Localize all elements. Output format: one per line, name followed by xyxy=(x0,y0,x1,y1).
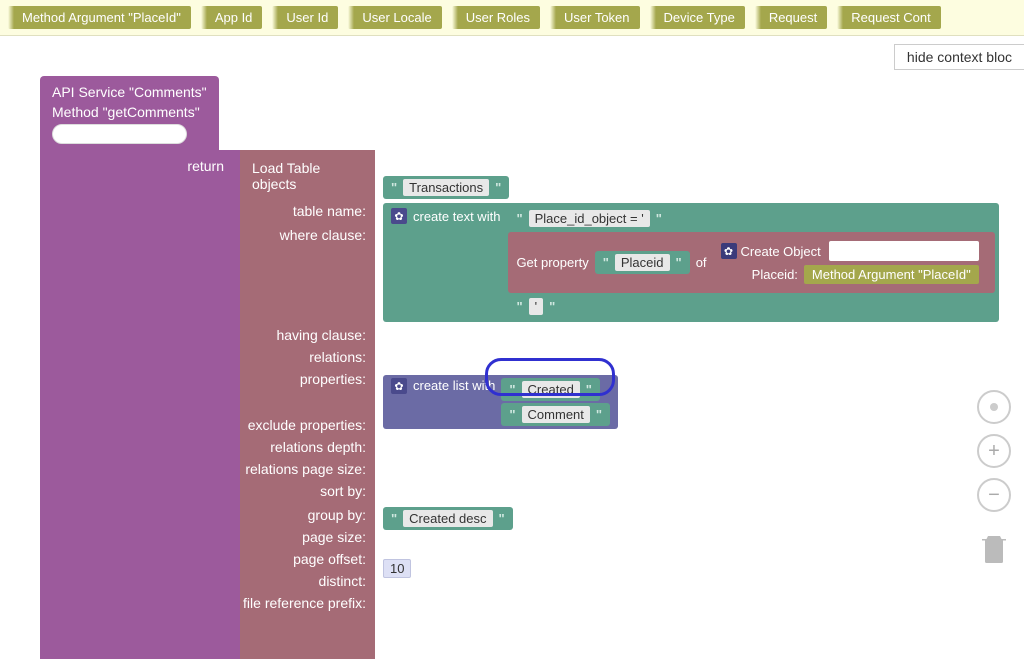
quote-icon: " xyxy=(507,407,517,422)
context-chip-method-arg-placeid[interactable]: Method Argument "PlaceId" xyxy=(8,6,191,29)
zoom-in-button[interactable]: + xyxy=(977,434,1011,468)
field-tablename-label: table name: xyxy=(293,200,370,224)
context-chip-request[interactable]: Request xyxy=(755,6,827,29)
quote-icon: " xyxy=(493,180,503,195)
create-object-label: Create Object xyxy=(741,244,821,259)
center-view-button[interactable] xyxy=(977,390,1011,424)
create-text-label: create text with xyxy=(413,209,500,224)
field-relationsdepth-label: relations depth: xyxy=(270,436,370,458)
slot-notch[interactable] xyxy=(375,484,383,500)
field-pageoffset-label: page offset: xyxy=(293,548,370,570)
slot-notch[interactable] xyxy=(375,636,383,652)
gear-icon[interactable]: ✿ xyxy=(721,243,737,259)
api-service-block[interactable]: API Service "Comments" Method "getCommen… xyxy=(40,76,219,150)
trash-icon[interactable] xyxy=(976,528,1012,568)
created-input[interactable]: Created xyxy=(522,381,580,398)
field-filerefprefix-label: file reference prefix: xyxy=(243,592,370,614)
quote-icon: " xyxy=(547,299,557,314)
field-properties-label: properties: xyxy=(300,368,370,414)
tablename-value-block[interactable]: " Transactions " xyxy=(383,176,509,199)
slot-notch[interactable] xyxy=(375,327,383,343)
quote-icon: " xyxy=(514,211,524,226)
closing-quote-input[interactable]: ' xyxy=(529,298,543,315)
field-relationspagesize-label: relations page size: xyxy=(245,458,370,480)
field-excludeprops-label: exclude properties: xyxy=(248,414,370,436)
quote-icon: " xyxy=(654,211,664,226)
field-sortby-label: sort by: xyxy=(320,480,370,504)
quote-icon: " xyxy=(584,382,594,397)
place-id-object-text[interactable]: " Place_id_object = ' " xyxy=(508,207,669,230)
get-property-label: Get property xyxy=(516,255,588,270)
method-body-block[interactable]: return xyxy=(40,150,240,659)
slot-notch[interactable] xyxy=(375,536,383,552)
quote-icon: " xyxy=(389,180,399,195)
context-chip-user-roles[interactable]: User Roles xyxy=(452,6,540,29)
load-table-block[interactable]: Load Table objects table name: where cla… xyxy=(240,150,375,659)
context-chip-user-locale[interactable]: User Locale xyxy=(348,6,441,29)
slot-notch[interactable] xyxy=(375,434,383,450)
api-service-title: API Service "Comments" xyxy=(52,82,207,102)
comment-prop-block[interactable]: " Comment " xyxy=(501,403,610,426)
context-chip-request-cont[interactable]: Request Cont xyxy=(837,6,941,29)
slot-notch[interactable] xyxy=(375,561,383,577)
return-label: return xyxy=(179,154,232,178)
field-groupby-label: group by: xyxy=(308,504,370,526)
field-whereclause-label: where clause: xyxy=(280,224,370,324)
field-relations-label: relations: xyxy=(309,346,370,368)
gear-icon[interactable]: ✿ xyxy=(391,378,407,394)
create-text-block[interactable]: ✿ create text with " Place_id_object = '… xyxy=(383,203,999,322)
context-chip-user-token[interactable]: User Token xyxy=(550,6,640,29)
placeidobject-input[interactable]: Place_id_object = ' xyxy=(529,210,650,227)
context-chip-user-id[interactable]: User Id xyxy=(272,6,338,29)
quote-icon: " xyxy=(514,299,524,314)
created-prop-block[interactable]: " Created " xyxy=(501,378,600,401)
object-type-slot[interactable] xyxy=(829,241,979,261)
sortby-input[interactable]: Created desc xyxy=(403,510,492,527)
sortby-value-block[interactable]: " Created desc " xyxy=(383,507,513,530)
slot-notch[interactable] xyxy=(375,205,383,221)
workspace[interactable]: API Service "Comments" Method "getCommen… xyxy=(0,36,1024,659)
create-list-block[interactable]: ✿ create list with " Created " xyxy=(383,375,618,429)
context-chip-app-id[interactable]: App Id xyxy=(201,6,263,29)
quote-icon: " xyxy=(497,511,507,526)
zoom-out-button[interactable]: − xyxy=(977,478,1011,512)
slot-notch[interactable] xyxy=(375,611,383,627)
quote-icon: " xyxy=(601,255,611,270)
field-havingclause-label: having clause: xyxy=(276,324,370,346)
field-pagesize-label: page size: xyxy=(302,526,370,548)
context-bar: Method Argument "PlaceId" App Id User Id… xyxy=(0,0,1024,36)
field-distinct-label: distinct: xyxy=(319,570,370,592)
slot-notch[interactable] xyxy=(375,352,383,368)
quote-icon: " xyxy=(389,511,399,526)
of-label: of xyxy=(696,255,707,270)
block-connector[interactable] xyxy=(52,124,187,144)
create-object-block[interactable]: ✿ Create Object Placeid: Method Argument… xyxy=(713,237,987,288)
slot-notch[interactable] xyxy=(375,459,383,475)
create-list-label: create list with xyxy=(413,378,495,393)
placeid-prop-block[interactable]: " Placeid " xyxy=(595,251,690,274)
context-chip-device-type[interactable]: Device Type xyxy=(650,6,745,29)
slot-notch[interactable] xyxy=(375,509,383,525)
side-controls: + − xyxy=(976,390,1012,568)
get-property-block[interactable]: Get property " Placeid " of xyxy=(508,232,994,293)
slot-notch[interactable] xyxy=(375,178,383,194)
value-column: " Transactions " ✿ create text with xyxy=(375,150,999,659)
comment-input[interactable]: Comment xyxy=(522,406,590,423)
quote-icon: " xyxy=(594,407,604,422)
api-method-title: Method "getComments" xyxy=(52,102,207,122)
method-arg-placeid-chip[interactable]: Method Argument "PlaceId" xyxy=(804,265,979,284)
placeid-field-label: Placeid: xyxy=(752,267,798,282)
slot-notch[interactable] xyxy=(375,586,383,602)
closing-quote-block[interactable]: " ' " xyxy=(508,295,563,318)
slot-notch[interactable] xyxy=(375,377,383,393)
placeid-prop-input[interactable]: Placeid xyxy=(615,254,670,271)
tablename-input[interactable]: Transactions xyxy=(403,179,489,196)
gear-icon[interactable]: ✿ xyxy=(391,208,407,224)
pagesize-input[interactable]: 10 xyxy=(383,559,411,578)
load-table-title: Load Table objects xyxy=(250,156,365,200)
quote-icon: " xyxy=(507,382,517,397)
quote-icon: " xyxy=(674,255,684,270)
